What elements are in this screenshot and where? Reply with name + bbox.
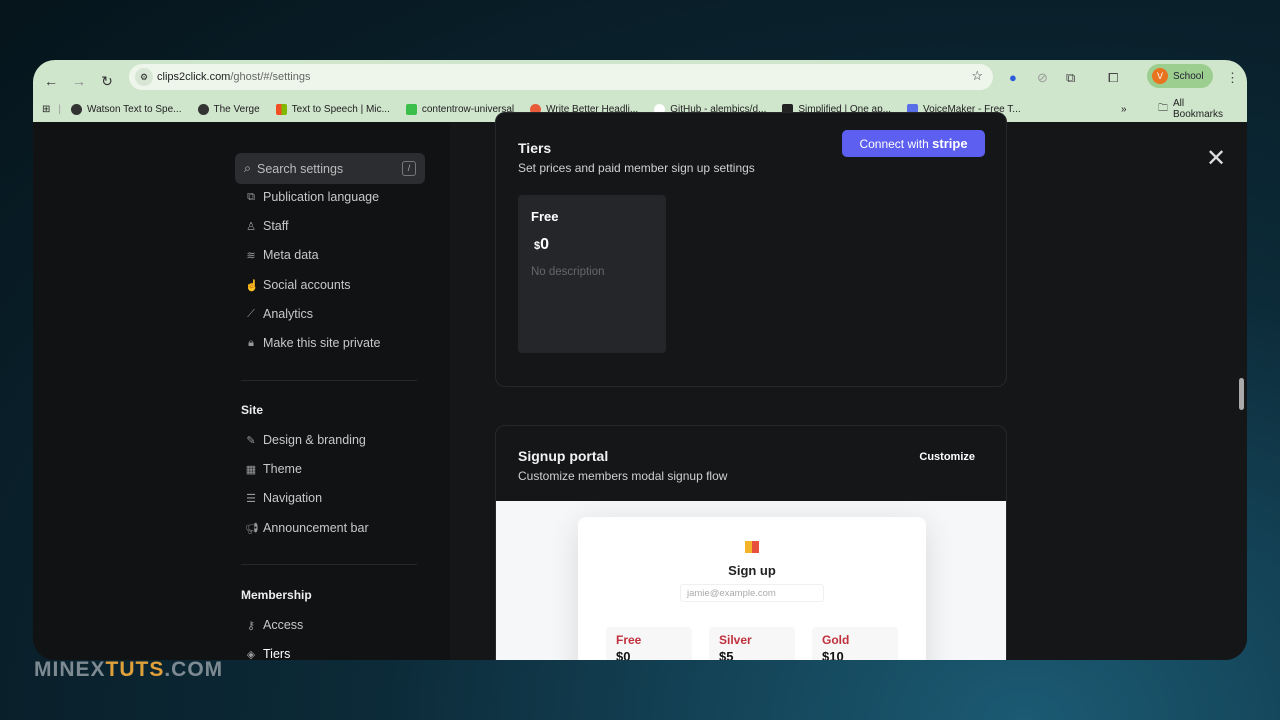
section-title-membership: Membership <box>241 588 312 602</box>
sidebar-item-tiers[interactable]: ◈ Tiers <box>245 647 291 661</box>
list-icon: ☰ <box>246 492 256 505</box>
sidebar-item-access[interactable]: ⚷ Access <box>245 618 303 632</box>
bookmark[interactable]: contentrow-universal <box>405 103 514 115</box>
sidebar-item-meta-data[interactable]: ≋ Meta data <box>245 248 318 262</box>
lock-icon: 🔒︎ <box>248 336 254 349</box>
back-icon[interactable]: ← <box>37 73 65 89</box>
forward-icon[interactable]: → <box>65 73 93 89</box>
divider <box>241 564 417 565</box>
chart-line-icon: ⟋ <box>247 307 255 320</box>
bookmarks-overflow[interactable]: » <box>1121 104 1127 115</box>
browser-window: ← → ↻ ⚙ clips2click.com/ghost/#/settings… <box>33 60 1247 660</box>
brush-icon: ✎ <box>246 434 256 447</box>
portal-preview: Sign up jamie@example.com Free $0 Silver $… <box>496 501 1006 660</box>
layers-icon: ≋ <box>246 249 256 262</box>
plan-silver[interactable]: Silver $5 <box>709 627 795 660</box>
extensions-puzzle-icon[interactable]: ⧉ <box>1066 70 1075 86</box>
search-icon: ⌕ <box>244 161 252 175</box>
translate-icon: ⧉ <box>247 190 255 203</box>
plan-free[interactable]: Free $0 <box>606 627 692 660</box>
address-bar[interactable]: ⚙ clips2click.com/ghost/#/settings ☆ <box>129 64 993 90</box>
divider <box>241 380 417 381</box>
search-settings-input[interactable]: ⌕ Search settings / <box>235 153 425 184</box>
menu-kebab-icon[interactable]: ⋮ <box>1226 70 1239 86</box>
signup-portal-card: Signup portal Customize members modal si… <box>495 425 1007 660</box>
tiers-icon: ◈ <box>246 648 256 661</box>
signup-modal: Sign up jamie@example.com Free $0 Silver $… <box>578 517 926 660</box>
folder-icon: 🗀 <box>1158 102 1168 114</box>
sidebar-item-design-branding[interactable]: ✎ Design & branding <box>245 433 365 447</box>
site-info-icon[interactable]: ⚙ <box>135 68 153 86</box>
sidebar-item-theme[interactable]: ▦ Theme <box>245 462 302 476</box>
sidebar-item-announcement-bar[interactable]: 📢︎ Announcement bar <box>245 521 369 535</box>
sidebar-item-navigation[interactable]: ☰ Navigation <box>245 491 322 505</box>
user-icon: ♙ <box>246 220 256 233</box>
bookmark[interactable]: The Verge <box>197 103 260 115</box>
site-logo-icon <box>745 541 759 553</box>
bookmark-star-icon[interactable]: ☆ <box>971 68 983 84</box>
profile-button[interactable]: V School <box>1147 64 1213 88</box>
extension-icon[interactable]: ● <box>1009 70 1017 85</box>
megaphone-icon: 📢︎ <box>245 522 259 535</box>
extension-icon[interactable]: ⊘ <box>1037 70 1048 86</box>
tier-card-free[interactable]: Free $0 No description <box>518 195 666 353</box>
sidebar-item-publication-language[interactable]: ⧉ Publication language <box>245 190 379 204</box>
reload-icon[interactable]: ↻ <box>93 73 121 90</box>
tab-search-icon[interactable]: ⧠ <box>1108 70 1118 86</box>
close-icon[interactable]: ✕ <box>1206 144 1226 173</box>
settings-page: ⌕ Search settings / ⧉ Publication language … <box>33 112 1247 660</box>
layout-icon: ▦ <box>245 463 257 476</box>
tiers-card: Tiers Set prices and paid member sign up… <box>495 112 1007 387</box>
email-input[interactable]: jamie@example.com <box>680 584 824 602</box>
settings-sidebar: ⌕ Search settings / ⧉ Publication language … <box>33 122 450 660</box>
shortcut-hint: / <box>402 161 416 176</box>
bookmark[interactable]: Watson Text to Spe... <box>71 103 182 115</box>
plan-gold[interactable]: Gold $10 <box>812 627 898 660</box>
sidebar-item-staff[interactable]: ♙ Staff <box>245 219 288 233</box>
section-title-site: Site <box>241 403 264 417</box>
all-bookmarks[interactable]: 🗀 All Bookmarks <box>1158 98 1231 120</box>
thumbs-up-icon: ☝ <box>245 279 259 292</box>
scrollbar[interactable] <box>1239 378 1244 410</box>
customize-button[interactable]: Customize <box>919 451 975 463</box>
key-icon: ⚷ <box>246 619 256 632</box>
watermark: MINEXTUTS.COM <box>34 658 224 681</box>
sidebar-item-analytics[interactable]: ⟋ Analytics <box>245 307 313 321</box>
sidebar-item-make-private[interactable]: 🔒︎ Make this site private <box>245 336 380 350</box>
sidebar-item-social-accounts[interactable]: ☝ Social accounts <box>245 278 351 292</box>
connect-stripe-button[interactable]: Connect with stripe <box>842 130 985 157</box>
apps-grid-icon[interactable]: ⊞ <box>42 104 50 115</box>
bookmark[interactable]: Text to Speech | Mic... <box>275 103 390 115</box>
